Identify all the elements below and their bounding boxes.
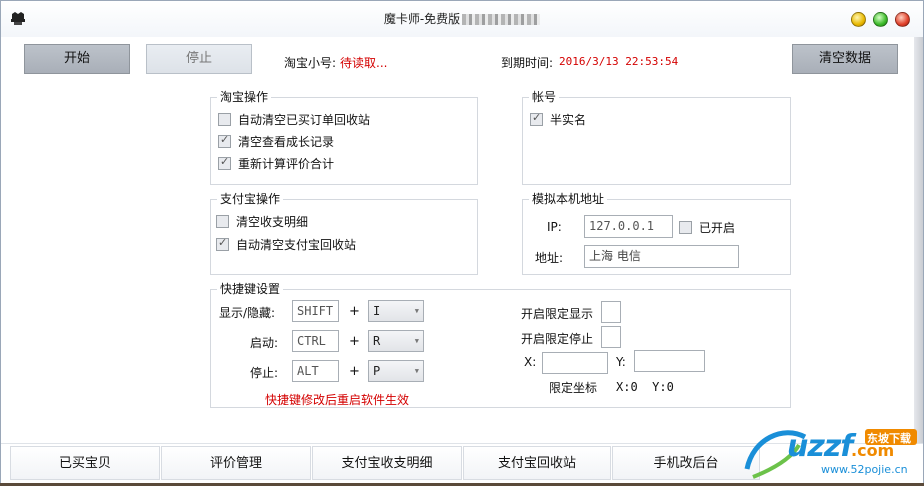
checkbox-label: 已开启 (699, 220, 736, 235)
window-title: 魔卡师-免费版 (1, 10, 923, 27)
cb-row-clear-statements[interactable]: 清空收支明细 (216, 213, 308, 229)
cb-row-addr-enabled[interactable]: 已开启 (679, 219, 735, 235)
checkbox-label: 半实名 (550, 112, 587, 127)
checkbox-label: 清空收支明细 (236, 214, 309, 229)
ip-label: IP: (547, 220, 562, 234)
hotkey-modifier-toggle[interactable]: SHIFT (292, 300, 339, 322)
taobao-ops-group: 淘宝操作 自动清空已买订单回收站 清空查看成长记录 重新计算评价合计 (210, 90, 478, 185)
x-coord-field[interactable] (542, 352, 608, 374)
taobao-ops-title: 淘宝操作 (217, 90, 272, 104)
addr-label: 地址: (535, 251, 564, 265)
limit-show-label: 开启限定显示 (521, 307, 594, 321)
checkbox-checked[interactable] (216, 236, 229, 251)
checkbox[interactable] (679, 220, 692, 234)
hotkey-key-stop[interactable]: P ▼ (368, 360, 424, 382)
watermark-url: www.52pojie.cn (821, 463, 908, 476)
hotkey-key-toggle[interactable]: I ▼ (368, 300, 424, 322)
watermark-badge: 东坡下载 (867, 432, 911, 445)
start-button[interactable]: 开始 (24, 44, 130, 74)
plus-sign: + (349, 334, 360, 349)
checkbox-label: 自动清空支付宝回收站 (236, 237, 357, 252)
local-addr-group: 模拟本机地址 IP: 127.0.0.1 已开启 地址: 上海 电信 (522, 192, 791, 275)
plus-sign: + (349, 304, 360, 319)
cb-row-recalc-ratings[interactable]: 重新计算评价合计 (218, 155, 334, 171)
cb-row-clear-alipay-bin[interactable]: 自动清空支付宝回收站 (216, 236, 356, 252)
minimize-button[interactable] (851, 12, 866, 27)
hotkey-modifier-start[interactable]: CTRL (292, 330, 339, 352)
limit-show-field[interactable] (601, 301, 621, 323)
checkbox-checked[interactable] (530, 111, 543, 126)
dropdown-arrow-icon: ▼ (414, 367, 419, 375)
cb-row-clear-growth[interactable]: 清空查看成长记录 (218, 133, 334, 149)
limit-stop-label: 开启限定停止 (521, 332, 594, 346)
y-label: Y: (616, 355, 626, 369)
tab-rating-mgmt[interactable]: 评价管理 (161, 446, 311, 480)
dropdown-arrow-icon: ▼ (414, 307, 419, 315)
hotkey-modifier-stop[interactable]: ALT (292, 360, 339, 382)
tab-bought-items[interactable]: 已买宝贝 (10, 446, 160, 480)
checkbox-checked[interactable] (218, 133, 231, 148)
taobao-account-label: 淘宝小号: (284, 56, 337, 70)
checkbox[interactable] (218, 112, 231, 126)
taobao-account-value: 待读取... (340, 56, 388, 70)
tab-mobile-backend[interactable]: 手机改后台 (612, 446, 760, 480)
tab-alipay-bin[interactable]: 支付宝回收站 (463, 446, 611, 480)
hotkeys-title: 快捷键设置 (217, 282, 284, 296)
checkbox-label: 清空查看成长记录 (238, 134, 335, 149)
account-title: 帐号 (529, 90, 560, 104)
title-bar: 魔卡师-免费版 (1, 1, 923, 37)
expiry-label: 到期时间: (501, 56, 554, 70)
checkbox-label: 重新计算评价合计 (238, 156, 335, 171)
maximize-button[interactable] (873, 12, 888, 27)
ip-field[interactable]: 127.0.0.1 (584, 215, 673, 238)
expiry-value: 2016/3/13 22:53:54 (559, 55, 679, 68)
uzzf-watermark: uzzf .com 东坡下载 www.52pojie.cn (743, 419, 921, 483)
y-coord-field[interactable] (634, 350, 705, 372)
addr-field[interactable]: 上海 电信 (584, 245, 739, 268)
cb-row-clear-orders-bin[interactable]: 自动清空已买订单回收站 (218, 111, 370, 127)
hotkey-key-start[interactable]: R ▼ (368, 330, 424, 352)
coord-readout: X:0 Y:0 (616, 380, 674, 394)
local-addr-title: 模拟本机地址 (529, 192, 608, 206)
stop-button[interactable]: 停止 (146, 44, 252, 74)
dropdown-arrow-icon: ▼ (414, 337, 419, 345)
watermark-brand: uzzf (787, 429, 853, 464)
alipay-ops-title: 支付宝操作 (217, 192, 284, 206)
limit-coord-label: 限定坐标 (549, 381, 598, 395)
cb-row-half-realname[interactable]: 半实名 (530, 111, 586, 127)
tab-alipay-statements[interactable]: 支付宝收支明细 (312, 446, 462, 480)
account-group: 帐号 半实名 (522, 90, 791, 185)
limit-stop-field[interactable] (601, 326, 621, 348)
hotkey-label-toggle: 显示/隐藏: (219, 306, 276, 320)
checkbox-checked[interactable] (218, 155, 231, 170)
plus-sign: + (349, 364, 360, 379)
blurred-version-text (462, 14, 541, 25)
alipay-ops-group: 支付宝操作 清空收支明细 自动清空支付宝回收站 (210, 192, 478, 275)
hotkeys-group: 快捷键设置 显示/隐藏: SHIFT + I ▼ 启动: CTRL + R ▼ 停止… (210, 282, 791, 408)
checkbox[interactable] (216, 214, 229, 228)
right-edge-strip (914, 37, 923, 443)
clear-data-button[interactable]: 清空数据 (792, 44, 898, 74)
hotkey-label-start: 启动: (250, 336, 279, 350)
checkbox-label: 自动清空已买订单回收站 (238, 112, 371, 127)
hotkey-restart-note: 快捷键修改后重启软件生效 (265, 393, 410, 407)
close-button[interactable] (895, 12, 910, 27)
app-window: 魔卡师-免费版 开始 停止 淘宝小号: 待读取... 到期时间: 2016/3/… (0, 0, 924, 483)
hotkey-label-stop: 停止: (250, 366, 279, 380)
x-label: X: (524, 355, 537, 369)
